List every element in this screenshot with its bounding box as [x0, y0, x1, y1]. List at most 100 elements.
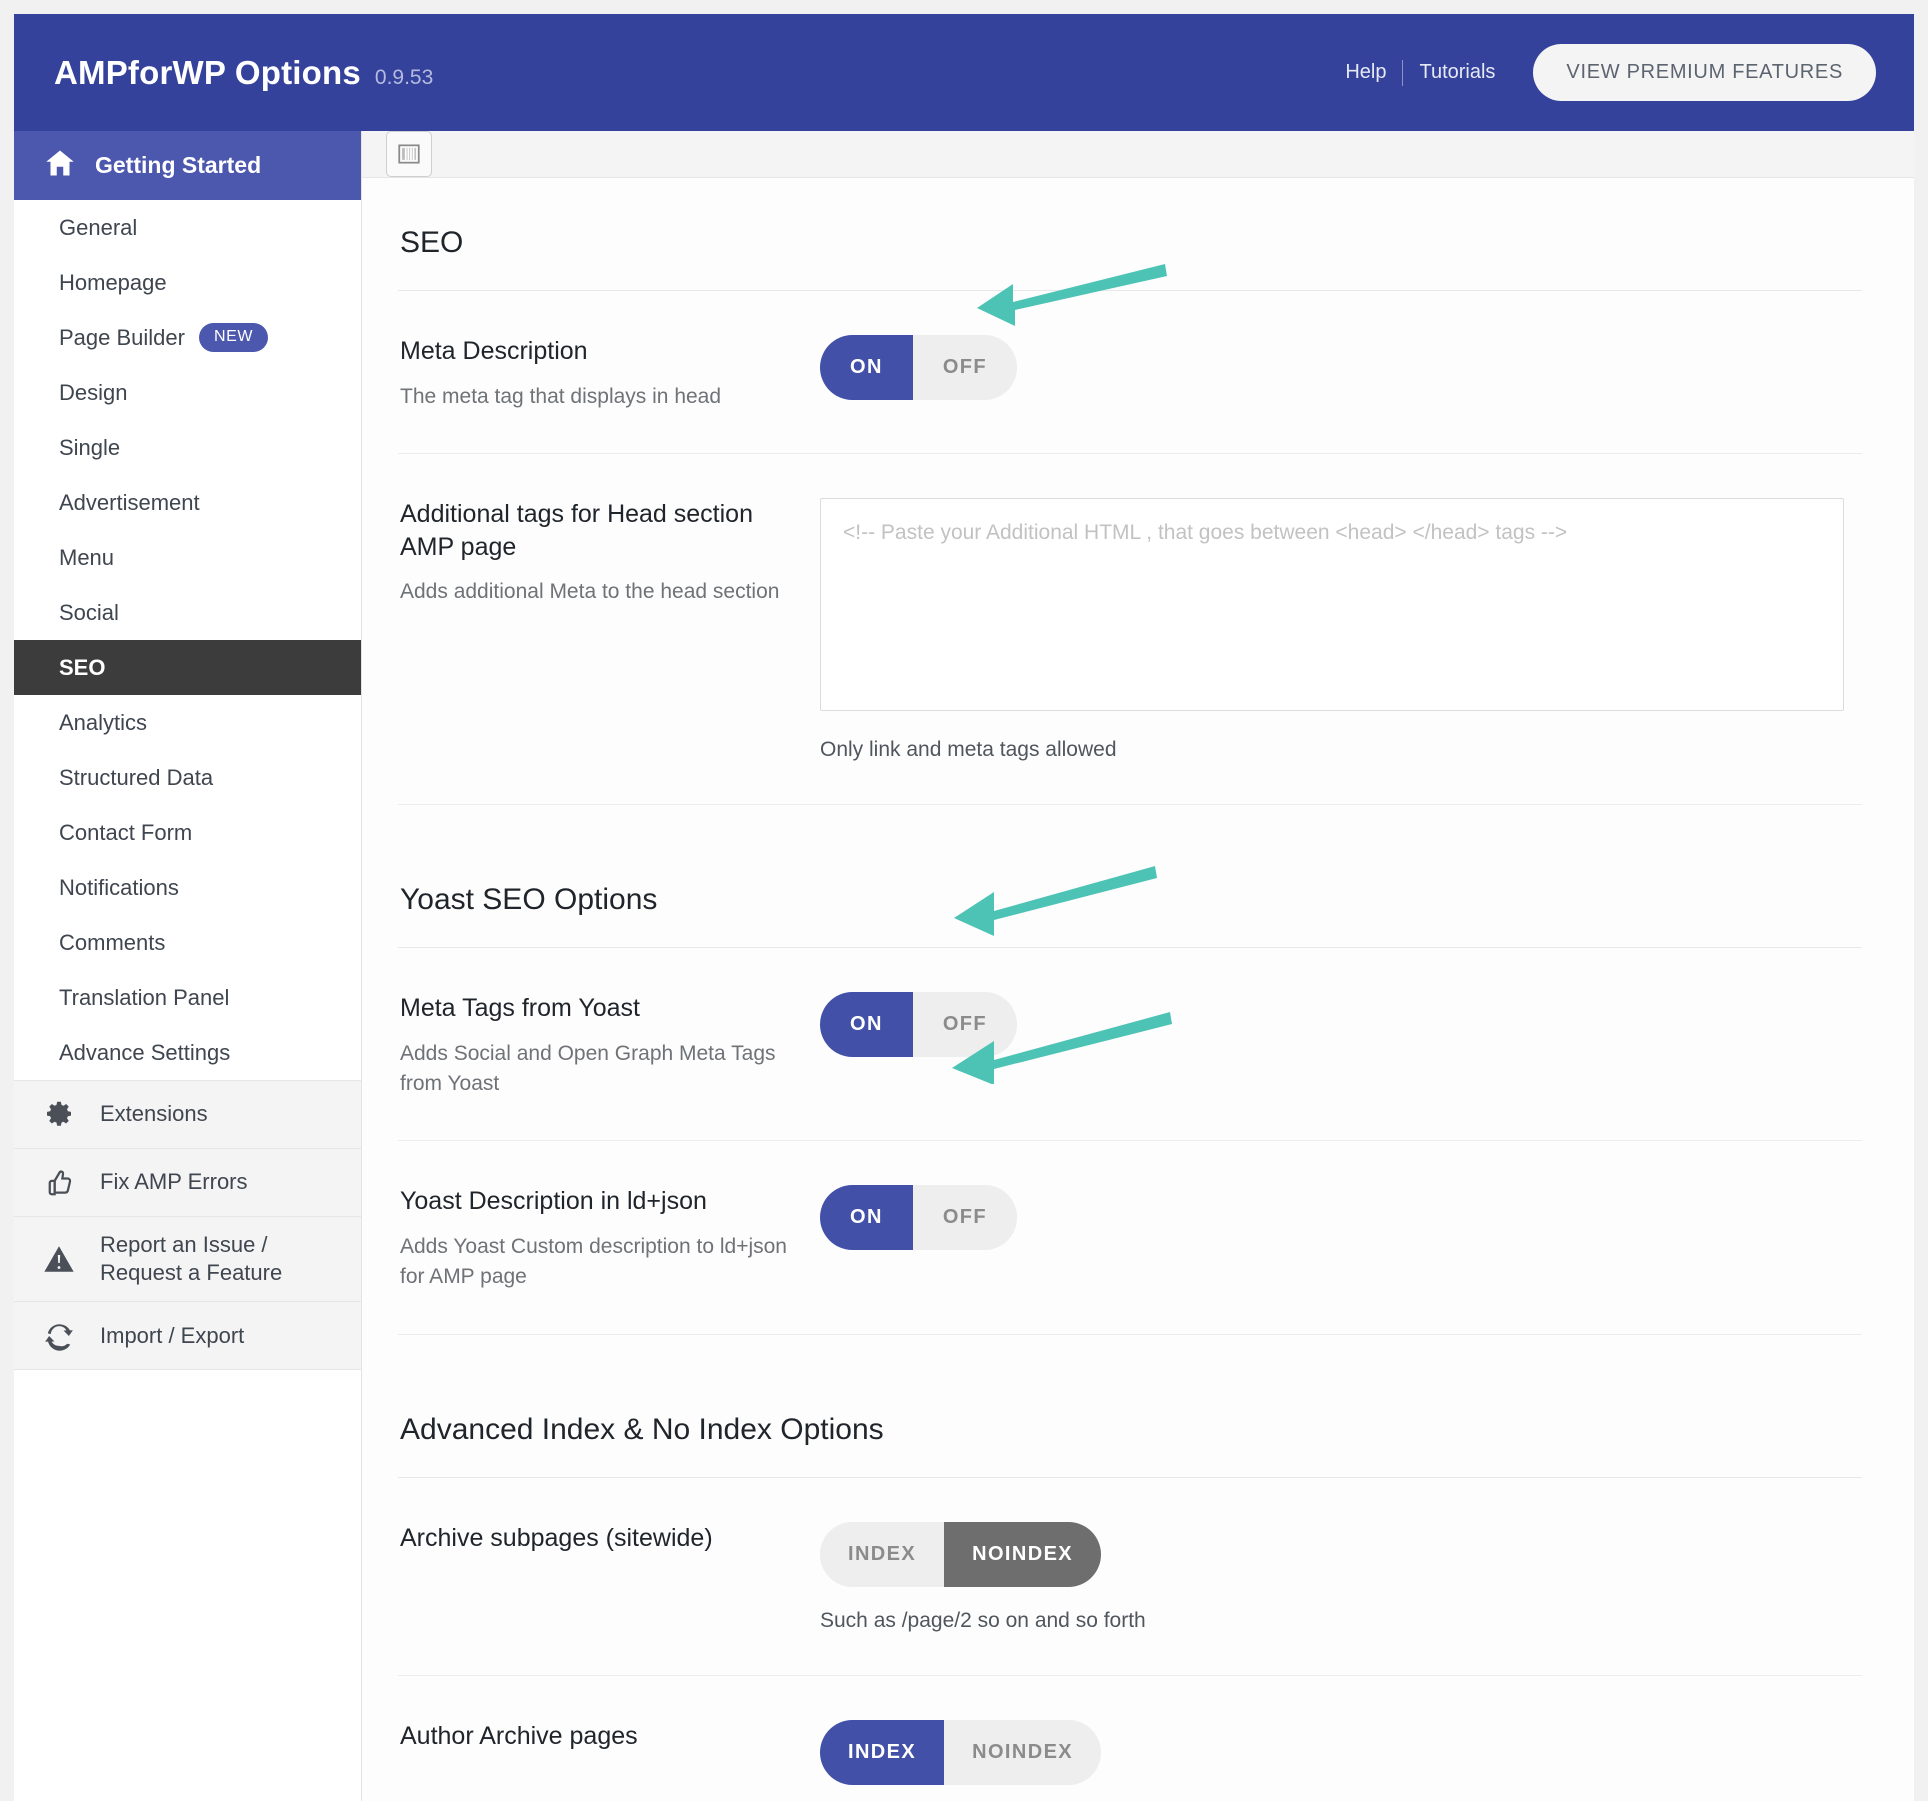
yoast-description-ldjson-toggle[interactable]: ON OFF [820, 1185, 1018, 1251]
row-control: INDEX NOINDEX Such as /page/2 so on and … [820, 1521, 1862, 1633]
row-label: Yoast Description in ld+json Adds Yoast … [400, 1185, 820, 1291]
row-label: Additional tags for Head section AMP pag… [400, 498, 820, 607]
sidebar-item-design[interactable]: Design [14, 365, 361, 420]
toggle-off-option[interactable]: OFF [912, 1185, 1018, 1251]
toggle-on-option[interactable]: ON [820, 1185, 913, 1251]
setting-title: Meta Description [400, 337, 588, 365]
sidebar-item-label: Page Builder [59, 324, 185, 350]
setting-row-meta-tags-from-yoast: Meta Tags from Yoast Adds Social and Ope… [398, 948, 1862, 1142]
sidebar-item-structured-data[interactable]: Structured Data [14, 750, 361, 805]
sidebar-item-label: Analytics [59, 709, 148, 735]
sidebar-item-general[interactable]: General [14, 200, 361, 255]
setting-row-archive-subpages: Archive subpages (sitewide) INDEX NOINDE… [398, 1478, 1862, 1676]
sidebar-item-label: Single [59, 434, 121, 460]
sidebar-item-import-export[interactable]: Import / Export [14, 1302, 361, 1371]
toggle-noindex-option[interactable]: NOINDEX [944, 1719, 1102, 1785]
sidebar-item-getting-started[interactable]: Getting Started [14, 131, 361, 200]
thumbs-up-icon [40, 1168, 78, 1198]
sidebar-item-social[interactable]: Social [14, 585, 361, 640]
home-icon [45, 149, 75, 182]
toggle-index-option[interactable]: INDEX [820, 1719, 945, 1785]
setting-row-meta-description: Meta Description The meta tag that displ… [398, 291, 1862, 455]
sidebar-item-page-builder[interactable]: Page Builder NEW [14, 310, 361, 365]
sidebar-item-advertisement[interactable]: Advertisement [14, 475, 361, 530]
sidebar-item-report-issue[interactable]: Report an Issue / Request a Feature [14, 1217, 361, 1303]
sidebar-item-label: Contact Form [59, 819, 193, 845]
sidebar-item-label: Comments [59, 929, 166, 955]
additional-head-tags-input[interactable] [820, 498, 1844, 712]
sidebar: Getting Started General Homepage Page Bu… [14, 131, 362, 1801]
sidebar-item-translation-panel[interactable]: Translation Panel [14, 970, 361, 1025]
sidebar-item-label: SEO [59, 654, 106, 680]
setting-title: Meta Tags from Yoast [400, 994, 640, 1023]
sidebar-item-label: Report an Issue / Request a Feature [100, 1232, 283, 1286]
setting-title: Additional tags for Head section AMP pag… [400, 500, 753, 561]
sidebar-item-fix-amp-errors[interactable]: Fix AMP Errors [14, 1149, 361, 1217]
toggle-off-option[interactable]: OFF [912, 992, 1018, 1058]
setting-description: Adds additional Meta to the head section [400, 580, 780, 604]
toggle-on-option[interactable]: ON [820, 335, 913, 400]
sidebar-item-label: Social [59, 599, 119, 625]
content-toolbar [362, 131, 1914, 178]
setting-description: Adds Yoast Custom description to ld+json… [400, 1234, 787, 1288]
sidebar-item-label: Design [59, 379, 128, 405]
row-control: ON OFF [820, 1185, 1862, 1251]
settings-panel: SEO Meta Description The meta tag that d… [362, 178, 1914, 1801]
tutorials-link[interactable]: Tutorials [1403, 61, 1511, 84]
toggle-noindex-option[interactable]: NOINDEX [944, 1521, 1102, 1587]
sidebar-nav-list: General Homepage Page Builder NEW Design… [14, 200, 361, 1080]
sidebar-item-menu[interactable]: Menu [14, 530, 361, 585]
setting-row-author-archive-pages: Author Archive pages INDEX NOINDEX [398, 1676, 1862, 1801]
setting-title: Archive subpages (sitewide) [400, 1523, 713, 1552]
brand: AMPforWP Options 0.9.53 [54, 54, 433, 92]
toggle-off-option[interactable]: OFF [912, 335, 1018, 400]
row-label: Meta Description The meta tag that displ… [400, 335, 820, 411]
author-archive-pages-toggle[interactable]: INDEX NOINDEX [820, 1719, 1102, 1785]
sidebar-item-single[interactable]: Single [14, 420, 361, 475]
setting-title: Author Archive pages [400, 1721, 638, 1750]
help-link[interactable]: Help [1329, 61, 1402, 84]
sidebar-item-analytics[interactable]: Analytics [14, 695, 361, 750]
meta-tags-from-yoast-toggle[interactable]: ON OFF [820, 992, 1018, 1058]
row-label: Archive subpages (sitewide) [400, 1522, 820, 1555]
sidebar-item-homepage[interactable]: Homepage [14, 255, 361, 310]
row-control: Only link and meta tags allowed [820, 498, 1862, 762]
view-premium-features-button[interactable]: VIEW PREMIUM FEATURES [1533, 44, 1876, 101]
meta-description-toggle[interactable]: ON OFF [820, 335, 1018, 400]
new-badge: NEW [198, 323, 269, 352]
sidebar-item-notifications[interactable]: Notifications [14, 860, 361, 915]
toggle-index-option[interactable]: INDEX [820, 1521, 945, 1587]
sidebar-item-label: Fix AMP Errors [100, 1169, 248, 1195]
row-control: ON OFF [820, 335, 1862, 400]
index-section-title: Advanced Index & No Index Options [400, 1412, 884, 1446]
sidebar-item-extensions[interactable]: Extensions [14, 1081, 361, 1149]
archive-subpages-toggle[interactable]: INDEX NOINDEX [820, 1521, 1102, 1587]
sidebar-item-label: Notifications [59, 874, 179, 900]
sidebar-item-label: Structured Data [59, 764, 214, 790]
sidebar-item-label: General [59, 214, 138, 240]
row-control: INDEX NOINDEX [820, 1719, 1862, 1785]
row-control: ON OFF [820, 992, 1862, 1058]
sidebar-item-label: Extensions [100, 1101, 208, 1127]
sidebar-item-label: Advertisement [59, 489, 200, 515]
sidebar-item-advance-settings[interactable]: Advance Settings [14, 1025, 361, 1080]
sidebar-item-contact-form[interactable]: Contact Form [14, 805, 361, 860]
layout-panel-icon[interactable] [386, 131, 432, 177]
sidebar-item-seo[interactable]: SEO [14, 640, 361, 695]
ampforwp-options-window: AMPforWP Options 0.9.53 Help Tutorials V… [14, 14, 1914, 1801]
page-title: AMPforWP Options [54, 53, 361, 91]
toggle-on-option[interactable]: ON [820, 992, 913, 1058]
sidebar-item-label: Menu [59, 544, 115, 570]
additional-head-tags-helper: Only link and meta tags allowed [820, 738, 1117, 762]
sidebar-item-comments[interactable]: Comments [14, 915, 361, 970]
app-body: Getting Started General Homepage Page Bu… [14, 131, 1914, 1801]
version-label: 0.9.53 [374, 65, 434, 89]
setting-description: Adds Social and Open Graph Meta Tags fro… [400, 1041, 776, 1095]
sidebar-item-label: Import / Export [100, 1322, 245, 1348]
app-header: AMPforWP Options 0.9.53 Help Tutorials V… [14, 14, 1914, 131]
sidebar-item-label: Homepage [59, 269, 167, 295]
main-content: SEO Meta Description The meta tag that d… [362, 131, 1914, 1801]
setting-row-additional-head-tags: Additional tags for Head section AMP pag… [398, 454, 1862, 806]
gear-icon [40, 1100, 78, 1130]
sync-icon [40, 1320, 78, 1352]
